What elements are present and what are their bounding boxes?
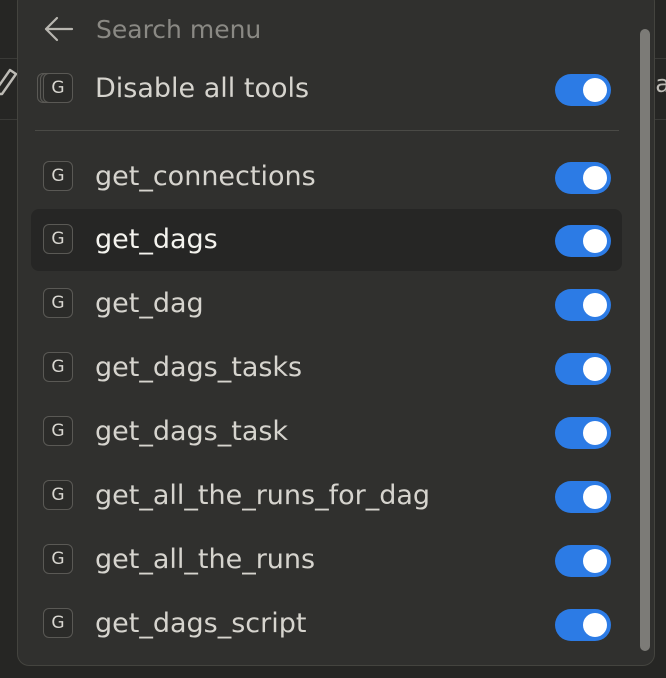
tool-toggle[interactable] bbox=[555, 481, 611, 513]
tool-row-get-dag[interactable]: G get_dag bbox=[31, 273, 622, 335]
tool-toggle[interactable] bbox=[555, 225, 611, 257]
g-letter-icon: G bbox=[43, 544, 73, 574]
tool-toggle[interactable] bbox=[555, 353, 611, 385]
tool-label: get_dags_task bbox=[95, 416, 289, 447]
tool-label: get_dag bbox=[95, 288, 204, 319]
tools-menu: G Disable all tools G get_connections G … bbox=[17, 0, 655, 666]
toggle-knob bbox=[583, 166, 607, 190]
tool-row-get-connections[interactable]: G get_connections bbox=[31, 146, 622, 208]
toggle-knob bbox=[583, 78, 607, 102]
scrollbar[interactable] bbox=[640, 29, 650, 651]
toggle-knob bbox=[583, 421, 607, 445]
toggle-knob bbox=[583, 613, 607, 637]
disable-all-tools-row[interactable]: G Disable all tools bbox=[31, 58, 622, 120]
tool-label: get_dags_script bbox=[95, 608, 307, 639]
g-letter-icon: G bbox=[43, 416, 73, 446]
tool-toggle[interactable] bbox=[555, 162, 611, 194]
tool-label: get_dags bbox=[95, 224, 218, 255]
disable-all-tools-label: Disable all tools bbox=[95, 73, 310, 104]
tool-row-get-all-the-runs-for-dag[interactable]: G get_all_the_runs_for_dag bbox=[31, 465, 622, 527]
toggle-knob bbox=[583, 549, 607, 573]
background-partial-label: a bbox=[655, 70, 666, 98]
search-input[interactable] bbox=[96, 14, 496, 44]
tool-row-get-dags-tasks[interactable]: G get_dags_tasks bbox=[31, 337, 622, 399]
g-letter-icon: G bbox=[43, 288, 73, 318]
g-letter-icon: G bbox=[43, 73, 73, 103]
toggle-knob bbox=[583, 485, 607, 509]
tool-toggle[interactable] bbox=[555, 289, 611, 321]
toggle-knob bbox=[583, 293, 607, 317]
back-arrow-icon[interactable] bbox=[42, 14, 76, 44]
tool-row-get-dags[interactable]: G get_dags bbox=[31, 209, 622, 271]
g-letter-icon: G bbox=[43, 161, 73, 191]
tool-label: get_all_the_runs bbox=[95, 544, 316, 575]
tool-label: get_all_the_runs_for_dag bbox=[95, 480, 431, 511]
g-letter-icon: G bbox=[43, 608, 73, 638]
search-row bbox=[42, 7, 496, 51]
tool-toggle[interactable] bbox=[555, 545, 611, 577]
tool-label: get_connections bbox=[95, 161, 316, 192]
divider bbox=[35, 130, 619, 131]
tool-label: get_dags_tasks bbox=[95, 352, 303, 383]
tool-toggle[interactable] bbox=[555, 609, 611, 641]
g-letter-icon: G bbox=[43, 352, 73, 382]
tool-row-get-all-the-runs[interactable]: G get_all_the_runs bbox=[31, 529, 622, 591]
tool-row-get-dags-script[interactable]: G get_dags_script bbox=[31, 593, 622, 655]
g-letter-icon: G bbox=[43, 480, 73, 510]
toggle-knob bbox=[583, 357, 607, 381]
g-letter-icon: G bbox=[43, 224, 73, 254]
tool-row-get-dags-task[interactable]: G get_dags_task bbox=[31, 401, 622, 463]
toggle-knob bbox=[583, 229, 607, 253]
pencil-icon bbox=[0, 68, 18, 96]
disable-all-tools-toggle[interactable] bbox=[555, 74, 611, 106]
tool-toggle[interactable] bbox=[555, 417, 611, 449]
